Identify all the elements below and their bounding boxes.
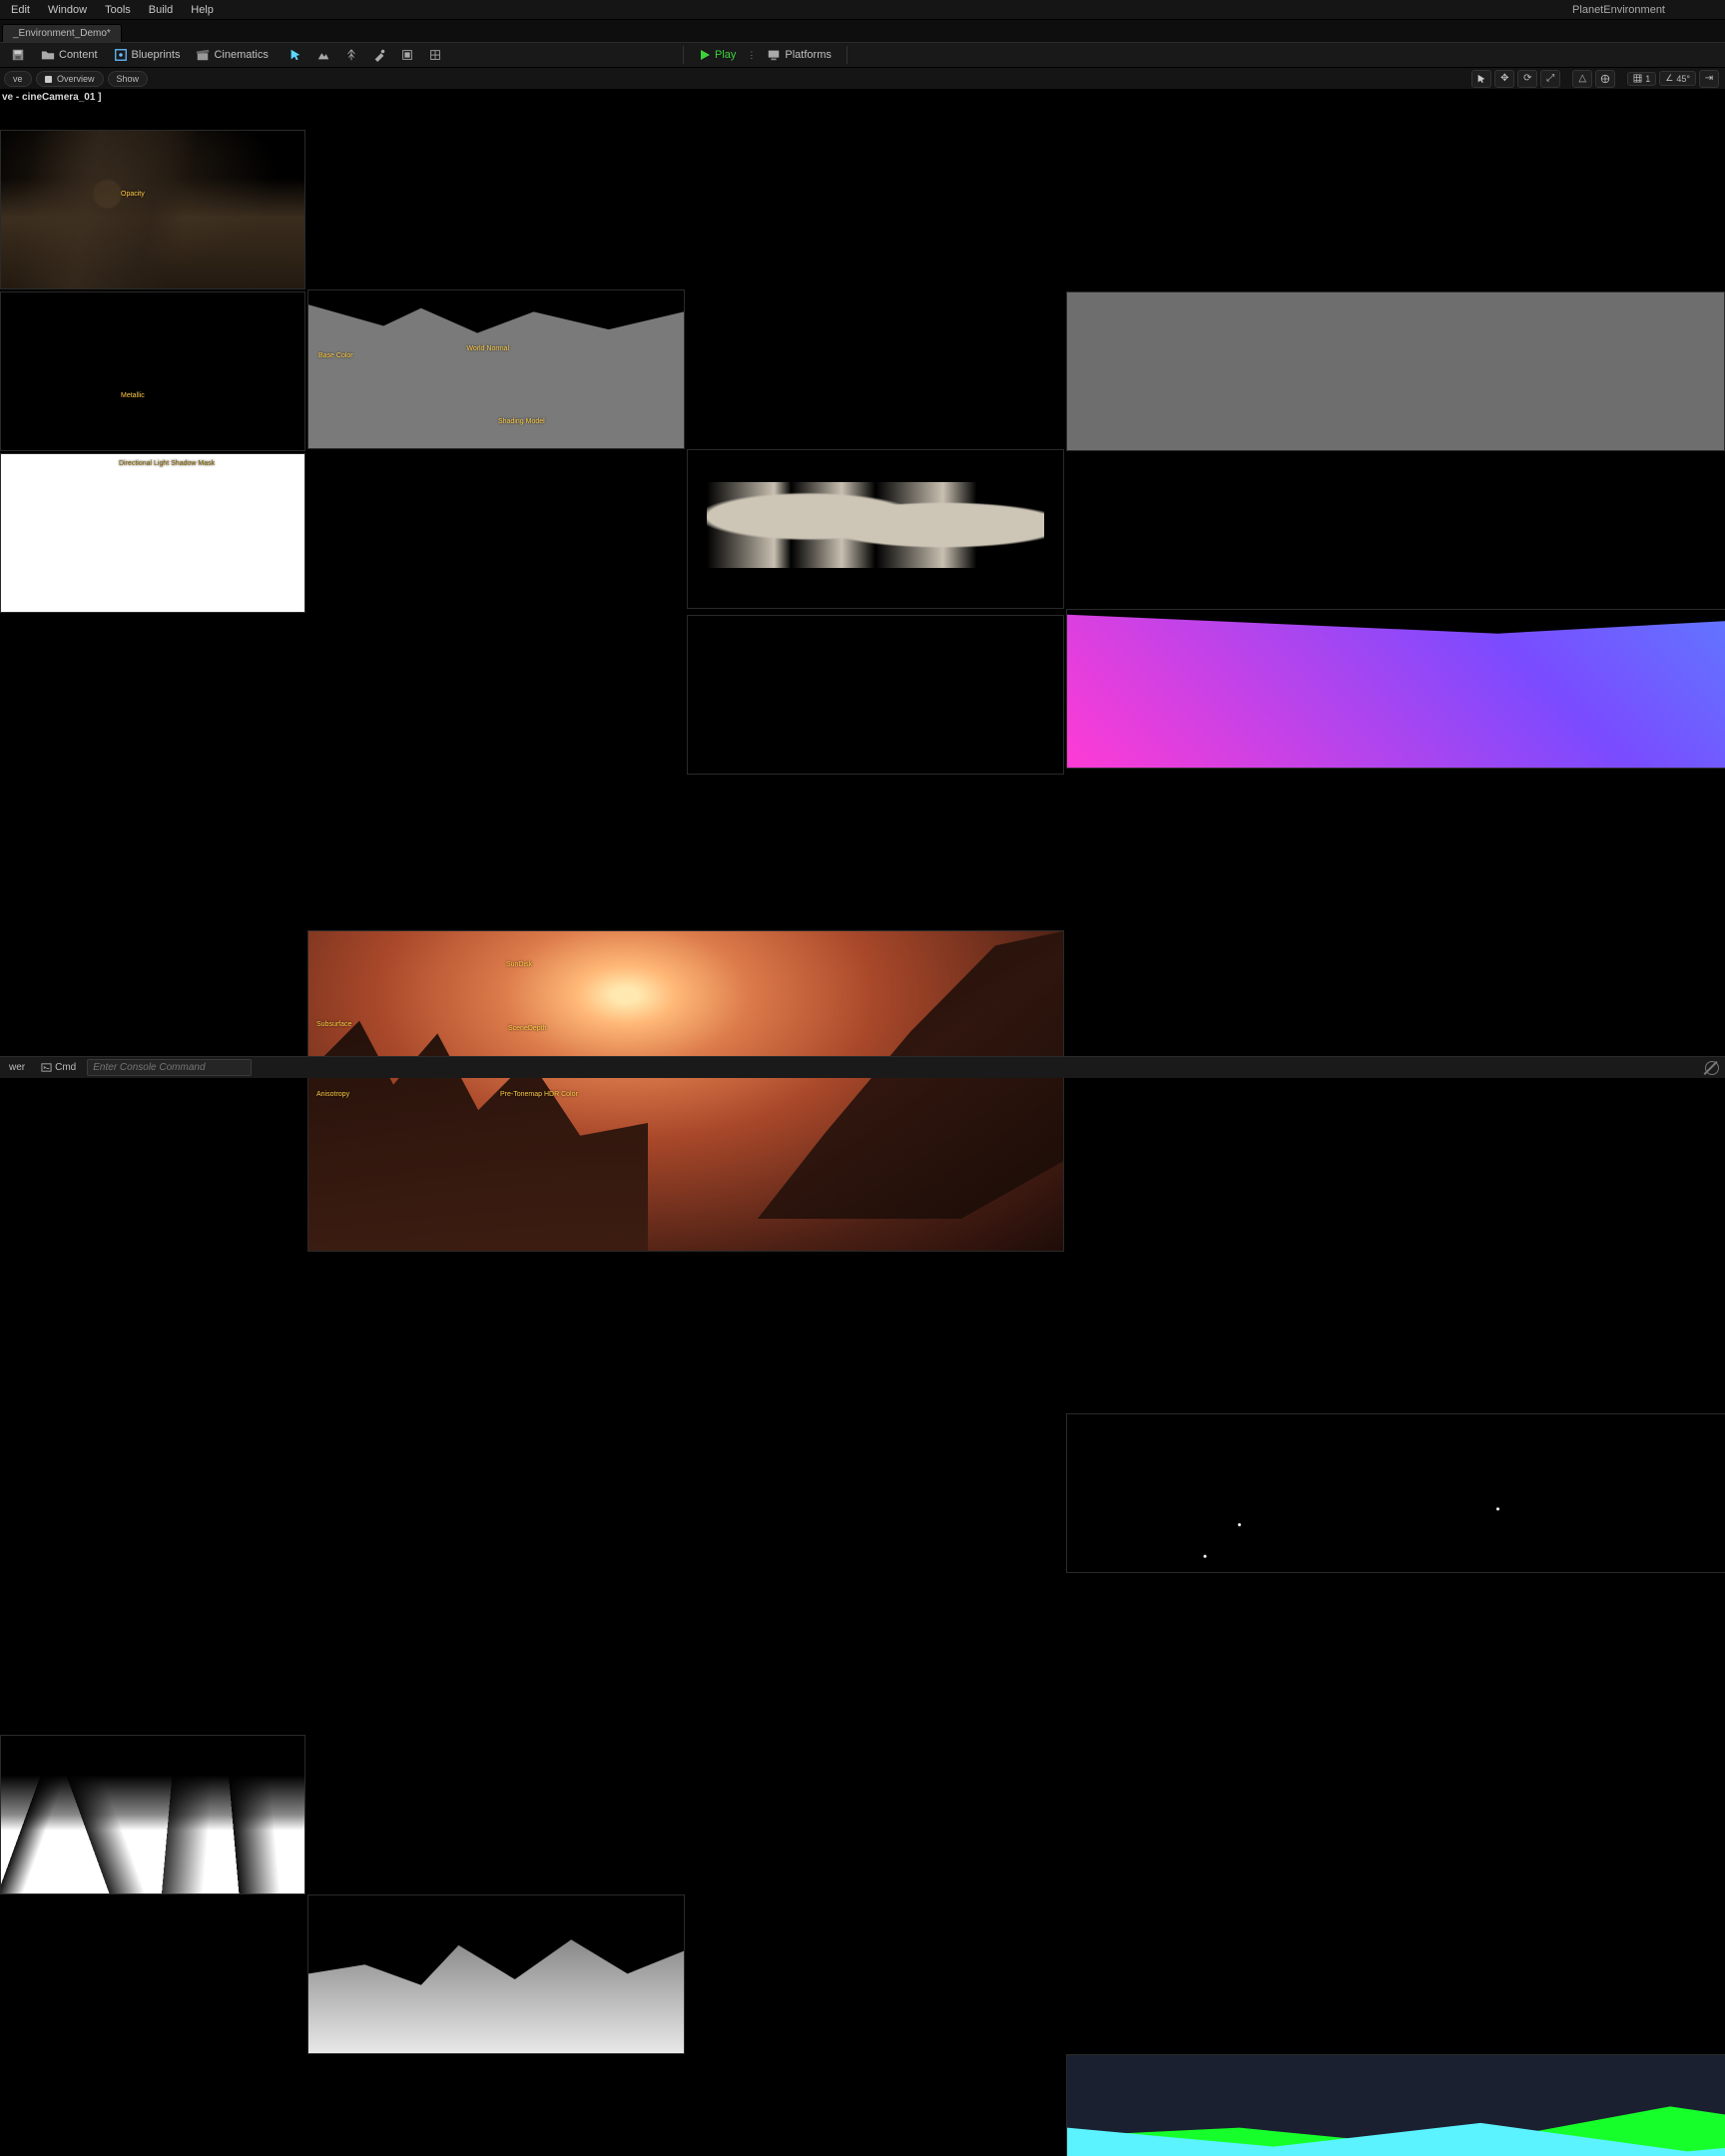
pane-stencil[interactable] bbox=[1066, 2054, 1725, 2156]
blueprints-label: Blueprints bbox=[132, 49, 181, 61]
cmd-label: Cmd bbox=[55, 1062, 76, 1073]
no-source-control-icon[interactable] bbox=[1702, 1058, 1722, 1078]
platforms-icon bbox=[767, 48, 781, 62]
project-name: PlanetEnvironment bbox=[1572, 4, 1665, 16]
separator bbox=[683, 46, 684, 64]
grid-snap-value: 1 bbox=[1645, 74, 1650, 84]
pane-basecolor[interactable]: Base Color World Normal Shading Model bbox=[307, 289, 685, 449]
content-drawer-button[interactable]: wer bbox=[4, 1061, 30, 1074]
cmd-icon bbox=[41, 1062, 52, 1073]
angle-snap-value: 45° bbox=[1676, 74, 1690, 84]
pane-label: Directional Light Shadow Mask bbox=[119, 460, 215, 467]
rotate-tool-icon[interactable]: ⟳ bbox=[1517, 70, 1537, 88]
pane-metallic[interactable]: Metallic bbox=[0, 291, 305, 451]
pane-ao[interactable] bbox=[687, 449, 1064, 609]
viewport-right-tools: ✥ ⟳ ⤢ △ 1 ∠ 45° ⇥ bbox=[1471, 70, 1719, 88]
play-button[interactable]: Play bbox=[692, 46, 743, 64]
viewmode-pill[interactable]: Overview bbox=[36, 71, 104, 87]
mode-icons-group bbox=[285, 44, 446, 66]
pane-empty[interactable] bbox=[687, 615, 1064, 775]
pane-normals[interactable] bbox=[1066, 609, 1725, 769]
scale-tool-icon[interactable]: ⤢ bbox=[1540, 70, 1560, 88]
separator-2 bbox=[847, 46, 848, 64]
select-mode-icon[interactable] bbox=[285, 44, 306, 66]
viewmode-icon bbox=[45, 76, 52, 83]
pane-flat[interactable] bbox=[1066, 291, 1725, 451]
clapper-icon bbox=[196, 48, 210, 62]
drawer-label: wer bbox=[9, 1062, 25, 1073]
save-icon bbox=[11, 48, 25, 62]
snap-surface-icon[interactable]: △ bbox=[1572, 70, 1592, 88]
menu-tools[interactable]: Tools bbox=[96, 2, 140, 18]
blueprint-icon bbox=[114, 48, 128, 62]
pane-depth[interactable] bbox=[0, 1735, 305, 1894]
main-toolbar: Content Blueprints Cinematics bbox=[0, 42, 1725, 68]
save-button[interactable] bbox=[4, 45, 32, 65]
menu-edit[interactable]: Edit bbox=[2, 2, 39, 18]
play-label: Play bbox=[715, 49, 736, 61]
fracture-mode-icon[interactable] bbox=[424, 44, 446, 66]
pane-lit[interactable]: Opacity bbox=[0, 130, 305, 289]
blueprints-button[interactable]: Blueprints bbox=[107, 45, 188, 65]
level-tab[interactable]: _Environment_Demo* bbox=[2, 24, 122, 42]
folder-icon bbox=[41, 48, 55, 62]
snap-globe-icon[interactable] bbox=[1595, 70, 1615, 88]
play-options-icon[interactable]: ⋮ bbox=[747, 50, 756, 61]
console-input[interactable] bbox=[87, 1059, 252, 1076]
pane-main-lit[interactable]: Subsurface SunDisk SceneDepth Pre-Tonema… bbox=[307, 930, 1064, 1252]
pane-lightmask[interactable]: Directional Light Shadow Mask bbox=[0, 453, 305, 613]
translate-tool-icon[interactable]: ✥ bbox=[1494, 70, 1514, 88]
menu-bar: Edit Window Tools Build Help PlanetEnvir… bbox=[0, 0, 1725, 20]
landscape-mode-icon[interactable] bbox=[312, 44, 334, 66]
pane-label: World Normal bbox=[466, 345, 509, 352]
pane-label: SunDisk bbox=[506, 961, 532, 968]
menu-window[interactable]: Window bbox=[39, 2, 96, 18]
pane-specular[interactable] bbox=[1066, 1413, 1725, 1573]
pane-label: Shading Model bbox=[498, 418, 545, 425]
pane-label: Opacity bbox=[121, 191, 145, 198]
angle-icon: ∠ bbox=[1665, 73, 1673, 84]
viewport-toolbar: ve Overview Show ✥ ⟳ ⤢ △ 1 ∠ 45° ⇥ bbox=[0, 68, 1725, 90]
angle-snap-button[interactable]: ∠ 45° bbox=[1659, 71, 1696, 86]
cinematics-label: Cinematics bbox=[214, 49, 268, 61]
pane-label: Subsurface bbox=[316, 1021, 351, 1028]
content-button[interactable]: Content bbox=[34, 45, 105, 65]
menu-build[interactable]: Build bbox=[140, 2, 182, 18]
buffer-grid: Opacity Base Color World Normal Shading … bbox=[0, 130, 1725, 779]
foliage-mode-icon[interactable] bbox=[340, 44, 362, 66]
pane-label: Pre-Tonemap HDR Color bbox=[500, 1091, 578, 1098]
viewport-area: Opacity Base Color World Normal Shading … bbox=[0, 100, 1725, 1048]
mesh-paint-mode-icon[interactable] bbox=[368, 44, 390, 66]
platforms-button[interactable]: Platforms bbox=[760, 45, 838, 65]
viewmode-label: Overview bbox=[57, 74, 95, 84]
cmd-button[interactable]: Cmd bbox=[36, 1061, 81, 1074]
level-tab-row: _Environment_Demo* bbox=[0, 20, 1725, 42]
status-bar: wer Cmd bbox=[0, 1056, 1725, 1078]
pane-label: Metallic bbox=[121, 392, 145, 399]
grid-snap-button[interactable]: 1 bbox=[1627, 72, 1656, 86]
play-group: Play ⋮ Platforms bbox=[679, 43, 852, 67]
show-pill[interactable]: Show bbox=[108, 71, 149, 87]
viewport-mode-pill[interactable]: ve bbox=[4, 71, 32, 87]
camera-label: ve - cineCamera_01 ] bbox=[2, 92, 102, 103]
select-tool-icon[interactable] bbox=[1471, 70, 1491, 88]
platforms-label: Platforms bbox=[785, 49, 831, 61]
camera-speed-icon[interactable]: ⇥ bbox=[1699, 70, 1719, 88]
cinematics-button[interactable]: Cinematics bbox=[189, 45, 275, 65]
content-label: Content bbox=[59, 49, 98, 61]
menu-help[interactable]: Help bbox=[182, 2, 223, 18]
pane-label: Anisotropy bbox=[316, 1091, 349, 1098]
pane-label: Base Color bbox=[318, 352, 353, 359]
pane-label: SceneDepth bbox=[508, 1025, 547, 1032]
modeling-mode-icon[interactable] bbox=[396, 44, 418, 66]
pane-roughness[interactable] bbox=[307, 1894, 685, 2054]
